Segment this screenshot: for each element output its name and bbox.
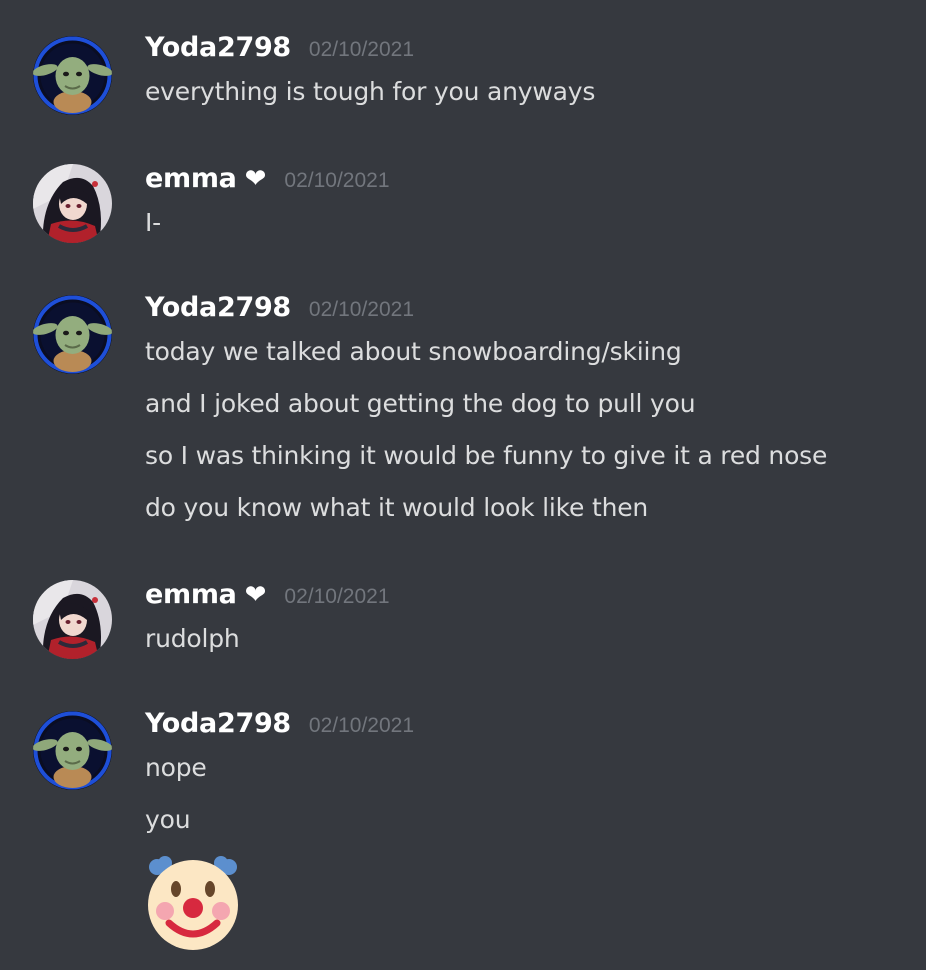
yoda-avatar-icon	[33, 36, 112, 115]
message-text: everything is tough for you anyways	[145, 77, 596, 106]
username[interactable]: emma	[145, 163, 237, 194]
timestamp[interactable]: 02/10/2021	[309, 38, 414, 62]
timestamp[interactable]: 02/10/2021	[284, 169, 389, 193]
anime-girl-avatar-icon	[33, 164, 112, 243]
message-text: nope	[145, 753, 207, 782]
username[interactable]: emma	[145, 579, 237, 610]
message-text: do you know what it would look like then	[145, 493, 649, 522]
clown-face-emoji-icon[interactable]	[143, 853, 243, 953]
timestamp[interactable]: 02/10/2021	[309, 298, 414, 322]
avatar[interactable]	[33, 295, 112, 374]
message-header: emma ❤ 02/10/2021	[145, 163, 390, 203]
username[interactable]: Yoda2798	[145, 32, 291, 63]
timestamp[interactable]: 02/10/2021	[309, 714, 414, 738]
message-text: you	[145, 805, 191, 834]
username[interactable]: Yoda2798	[145, 708, 291, 739]
message-text: and I joked about getting the dog to pul…	[145, 389, 696, 418]
heart-icon: ❤	[244, 164, 267, 194]
message-header: emma ❤ 02/10/2021	[145, 579, 390, 619]
avatar[interactable]	[33, 36, 112, 115]
username[interactable]: Yoda2798	[145, 292, 291, 323]
yoda-avatar-icon	[33, 295, 112, 374]
message-header: Yoda2798 02/10/2021	[145, 708, 414, 748]
heart-icon: ❤	[244, 580, 267, 610]
message-text: rudolph	[145, 624, 240, 653]
avatar[interactable]	[33, 164, 112, 243]
message-header: Yoda2798 02/10/2021	[145, 32, 414, 72]
avatar[interactable]	[33, 580, 112, 659]
yoda-avatar-icon	[33, 711, 112, 790]
chat-messages: Yoda2798 02/10/2021 everything is tough …	[0, 0, 926, 970]
anime-girl-avatar-icon	[33, 580, 112, 659]
message-text: today we talked about snowboarding/skiin…	[145, 337, 682, 366]
message-text: I-	[145, 208, 161, 237]
message-text: so I was thinking it would be funny to g…	[145, 441, 828, 470]
message-header: Yoda2798 02/10/2021	[145, 292, 414, 332]
timestamp[interactable]: 02/10/2021	[284, 585, 389, 609]
avatar[interactable]	[33, 711, 112, 790]
